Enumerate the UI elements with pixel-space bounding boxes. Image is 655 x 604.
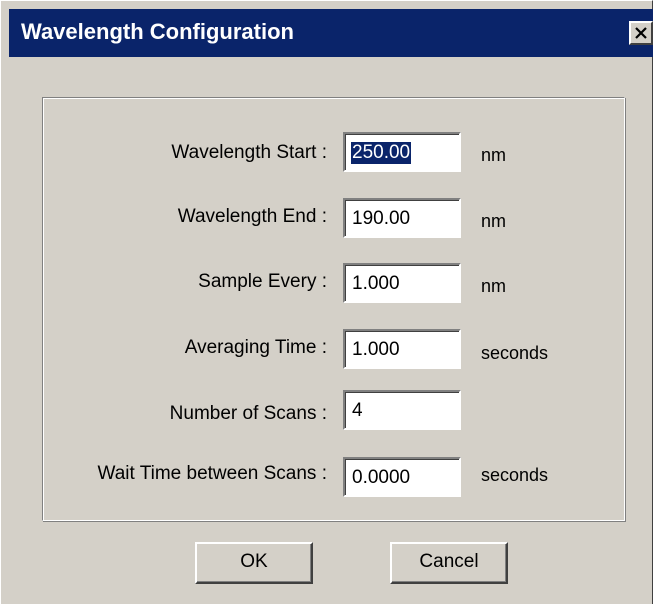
window-title: Wavelength Configuration [21,19,294,44]
sample-every-input[interactable]: 1.000 [343,263,461,303]
wait-time-label: Wait Time between Scans : [97,463,327,484]
wavelength-end-unit: nm [481,211,507,231]
sample-every-unit: nm [481,276,507,296]
sample-every-value: 1.000 [352,273,400,294]
ok-button[interactable]: OK [195,542,313,584]
number-of-scans-label: Number of Scans : [169,403,327,424]
averaging-time-value: 1.000 [352,339,400,360]
wavelength-configuration-dialog: Wavelength Configuration Wavelength Star… [0,0,653,604]
averaging-time-label: Averaging Time : [184,337,327,358]
close-icon [635,27,647,39]
wait-time-unit: seconds [481,465,549,485]
cancel-button[interactable]: Cancel [390,542,508,584]
wait-time-value: 0.0000 [352,467,411,488]
title-bar[interactable]: Wavelength Configuration [9,9,653,57]
settings-group-box [42,97,625,521]
number-of-scans-value: 4 [352,400,363,421]
wavelength-start-value: 250.00 [351,142,412,164]
wavelength-start-input[interactable]: 250.00 [343,132,461,172]
number-of-scans-input[interactable]: 4 [343,390,461,430]
wavelength-start-unit: nm [481,145,507,165]
close-button[interactable] [629,21,653,45]
averaging-time-input[interactable]: 1.000 [343,329,461,369]
wavelength-start-label: Wavelength Start : [171,142,327,163]
averaging-time-unit: seconds [481,343,549,363]
wait-time-input[interactable]: 0.0000 [343,457,461,497]
sample-every-label: Sample Every : [198,271,327,292]
wavelength-end-value: 190.00 [352,208,411,229]
wavelength-end-label: Wavelength End : [177,206,327,227]
wavelength-end-input[interactable]: 190.00 [343,198,461,238]
